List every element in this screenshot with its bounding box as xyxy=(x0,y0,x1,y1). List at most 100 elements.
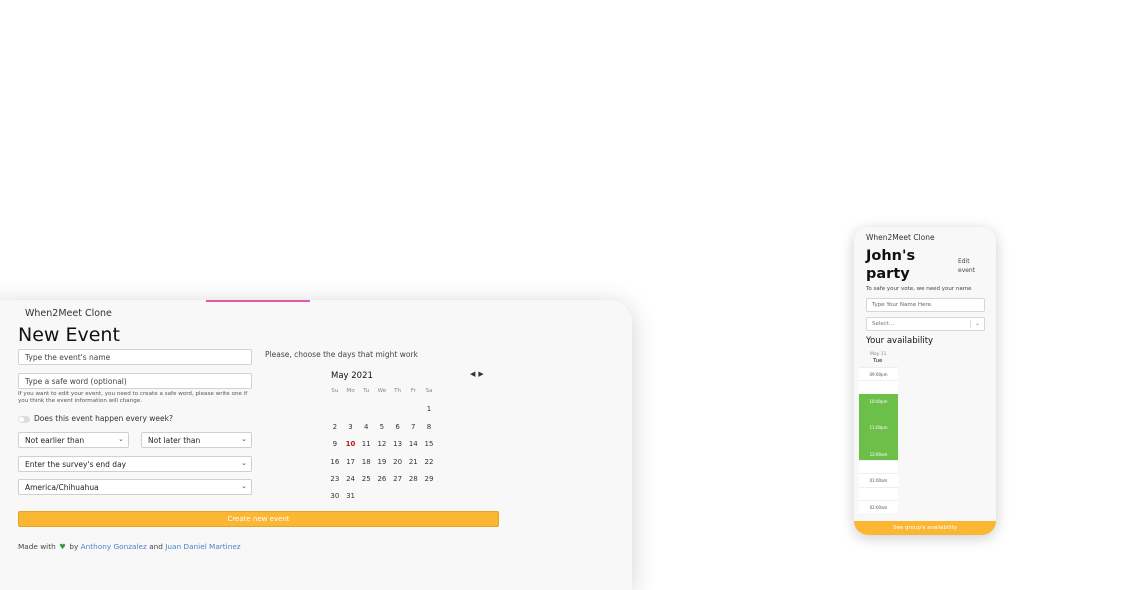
time-slot[interactable]: 12:00am xyxy=(859,446,898,461)
heart-icon: ♥ xyxy=(59,542,66,551)
calendar-dow: Sa xyxy=(425,388,433,394)
calendar-day[interactable]: 4 xyxy=(358,423,374,440)
calendar-grid: Su Mo Tu We Th Fr Sa 1 2 3 4 5 6 7 8 9 10 11 12 13 14 15 16 17 1… xyxy=(327,388,437,510)
timezone-value: America/Chihuahua xyxy=(25,483,99,492)
calendar-nav: ◀▶ xyxy=(470,370,487,378)
calendar-day[interactable]: 31 xyxy=(343,492,359,509)
chevron-down-icon: ⌄ xyxy=(974,320,980,327)
author-link-anthony[interactable]: Anthony Gonzalez xyxy=(81,542,147,551)
safe-word-input[interactable]: Type a safe word (optional) xyxy=(18,373,252,389)
calendar-day[interactable]: 6 xyxy=(390,423,406,440)
calendar-day[interactable]: 7 xyxy=(405,423,421,440)
calendar-day[interactable]: 25 xyxy=(358,475,374,492)
calendar-day[interactable]: 21 xyxy=(405,458,421,475)
group-availability-button[interactable]: See group's availability xyxy=(854,521,996,535)
calendar-day[interactable]: 17 xyxy=(343,458,359,475)
create-event-button[interactable]: Create new event xyxy=(18,511,499,527)
event-name-input[interactable]: Type the event's name xyxy=(18,349,252,365)
weekly-toggle[interactable] xyxy=(18,416,30,423)
timezone-select[interactable]: America/Chihuahua ⌄ xyxy=(18,479,252,495)
calendar-dow: Fr xyxy=(410,388,416,394)
time-slot[interactable]: 09:00pm xyxy=(859,367,898,381)
chevron-down-icon: ⌄ xyxy=(241,482,247,490)
availability-date: May 11 xyxy=(870,352,887,357)
calendar-dow: Th xyxy=(394,388,402,394)
safe-word-hint: If you want to edit your event, you need… xyxy=(18,391,248,404)
time-slot[interactable]: 10:00pm xyxy=(859,393,898,407)
availability-day: Tue xyxy=(873,358,883,364)
time-slot[interactable] xyxy=(859,380,898,394)
calendar-dow: We xyxy=(377,388,387,394)
not-later-value: Not later than xyxy=(148,436,201,445)
not-earlier-value: Not earlier than xyxy=(25,436,85,445)
footer: Made with ♥ by Anthony Gonzalez and Juan… xyxy=(18,542,241,551)
calendar-blank xyxy=(343,405,359,422)
calendar-day[interactable]: 22 xyxy=(421,458,437,475)
calendar-day[interactable]: 19 xyxy=(374,458,390,475)
time-slot[interactable]: 01:00am xyxy=(859,473,898,487)
chevron-down-icon: ⌄ xyxy=(241,435,247,443)
calendar-day[interactable]: 18 xyxy=(358,458,374,475)
calendar-day[interactable]: 26 xyxy=(374,475,390,492)
calendar-day[interactable]: 11 xyxy=(358,440,374,457)
time-slot[interactable]: 02:00am xyxy=(859,499,898,514)
calendar-day[interactable]: 30 xyxy=(327,492,343,509)
calendar-day[interactable]: 15 xyxy=(421,440,437,457)
page-title: New Event xyxy=(18,324,120,346)
calendar-day[interactable]: 1 xyxy=(421,405,437,422)
calendar-day[interactable]: 2 xyxy=(327,423,343,440)
time-slot[interactable] xyxy=(859,433,898,447)
mobile-frame: When2Meet Clone John's party Edit event … xyxy=(854,227,996,535)
calendar-day[interactable]: 14 xyxy=(405,440,421,457)
calendar-dow: Mo xyxy=(346,388,355,394)
loading-bar xyxy=(206,300,310,302)
calendar-day[interactable]: 10 xyxy=(343,440,359,457)
mobile-brand-logo[interactable]: When2Meet Clone xyxy=(866,233,935,242)
calendar-day[interactable]: 5 xyxy=(374,423,390,440)
chevron-down-icon: ⌄ xyxy=(241,459,247,467)
calendar-day[interactable]: 16 xyxy=(327,458,343,475)
and-text: and xyxy=(149,542,163,551)
vote-note: To safe your vote, we need your name xyxy=(866,286,972,292)
not-later-select[interactable]: Not later than ⌄ xyxy=(141,432,252,448)
calendar-blank xyxy=(327,405,343,422)
time-slot[interactable] xyxy=(859,460,898,474)
weekly-toggle-label: Does this event happen every week? xyxy=(34,414,173,423)
made-with-text: Made with xyxy=(18,542,56,551)
calendar-day[interactable]: 27 xyxy=(390,475,406,492)
calendar-day[interactable]: 24 xyxy=(343,475,359,492)
end-date-select[interactable]: Enter the survey's end day ⌄ xyxy=(18,456,252,472)
calendar-day[interactable]: 29 xyxy=(421,475,437,492)
calendar-day[interactable]: 12 xyxy=(374,440,390,457)
calendar-blank xyxy=(374,405,390,422)
calendar-day[interactable]: 9 xyxy=(327,440,343,457)
calendar-day[interactable]: 13 xyxy=(390,440,406,457)
by-text: by xyxy=(69,542,79,551)
voter-select-value: Select... xyxy=(872,321,895,327)
calendar-blank xyxy=(405,405,421,422)
calendar-day[interactable]: 20 xyxy=(390,458,406,475)
time-slot[interactable]: 11:00pm xyxy=(859,420,898,434)
voter-select[interactable]: Select... ⌄ xyxy=(866,317,985,331)
voter-name-input[interactable]: Type Your Name Here. xyxy=(866,298,985,312)
time-slot[interactable] xyxy=(859,406,898,421)
availability-heading: Your availability xyxy=(866,336,934,346)
edit-event-link[interactable]: Edit event xyxy=(958,257,984,275)
choose-days-label: Please, choose the days that might work xyxy=(265,350,418,359)
calendar-day[interactable]: 23 xyxy=(327,475,343,492)
author-link-juan[interactable]: Juan Daniel Martinez xyxy=(165,542,240,551)
event-title: John's party xyxy=(866,248,916,282)
calendar-blank xyxy=(358,405,374,422)
next-month-icon[interactable]: ▶ xyxy=(478,370,486,378)
calendar-day[interactable]: 28 xyxy=(405,475,421,492)
calendar-dow: Tu xyxy=(363,388,370,394)
time-slot[interactable] xyxy=(859,486,898,500)
chevron-down-icon: ⌄ xyxy=(118,435,124,443)
calendar-day[interactable]: 3 xyxy=(343,423,359,440)
calendar-dow: Su xyxy=(331,388,339,394)
brand-logo[interactable]: When2Meet Clone xyxy=(25,308,112,319)
not-earlier-select[interactable]: Not earlier than ⌄ xyxy=(18,432,129,448)
calendar-blank xyxy=(390,405,406,422)
calendar-day[interactable]: 8 xyxy=(421,423,437,440)
calendar-month: May 2021 xyxy=(331,371,373,381)
